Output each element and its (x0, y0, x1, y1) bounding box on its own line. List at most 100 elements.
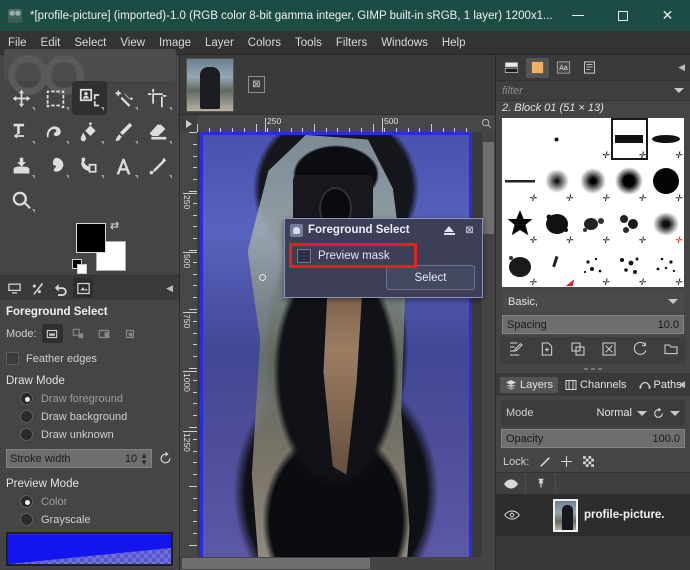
menu-windows[interactable]: Windows (381, 37, 428, 49)
brush-filter-bar[interactable]: filter (496, 80, 690, 101)
new-brush-icon[interactable] (539, 341, 555, 360)
brush-item[interactable]: ✛ (575, 245, 611, 287)
menu-filters[interactable]: Filters (336, 37, 367, 49)
preview-color-gradient[interactable] (6, 532, 173, 567)
horizontal-scroll-thumb[interactable] (182, 558, 370, 569)
mode-replace-button[interactable] (41, 324, 63, 344)
preview-grayscale-radio[interactable] (20, 513, 33, 527)
brush-set-chevron-icon[interactable] (668, 299, 678, 304)
preview-mask-checkbox[interactable] (297, 249, 311, 263)
color-picker-tool[interactable] (141, 149, 175, 183)
draw-background-radio[interactable] (20, 410, 33, 424)
menu-edit[interactable]: Edit (41, 37, 61, 49)
layer-opacity-slider[interactable]: Opacity 100.0 (501, 429, 685, 448)
bucket-fill-tool[interactable] (72, 115, 106, 149)
brush-item[interactable]: ✛ (502, 203, 538, 245)
brush-item[interactable]: ✛ (648, 160, 684, 202)
rectangle-select-tool[interactable] (38, 81, 72, 115)
crop-tool[interactable] (141, 81, 175, 115)
warp-tool[interactable] (38, 115, 72, 149)
eraser-tool[interactable] (141, 115, 175, 149)
brush-item-selected[interactable]: ✛ (611, 118, 648, 161)
zoom-image-icon[interactable] (478, 115, 495, 132)
ruler-origin-button[interactable] (180, 115, 197, 132)
menu-layer[interactable]: Layer (205, 37, 234, 49)
device-status-icon[interactable] (4, 278, 24, 298)
brush-dock-collapse-icon[interactable]: ◀ (678, 62, 685, 73)
draw-foreground-row[interactable]: Draw foreground (20, 392, 173, 406)
layer-mode-extra-chevron-icon[interactable] (670, 410, 680, 416)
brush-item[interactable]: ✛ (648, 118, 684, 160)
brush-item[interactable]: ✛ (611, 245, 647, 287)
minimize-button[interactable] (555, 0, 600, 31)
stroke-width-stepper[interactable]: ▲ ▼ (140, 451, 148, 466)
reset-layer-mode-icon[interactable] (652, 407, 665, 420)
brush-item[interactable]: ✛ (502, 245, 538, 287)
preview-color-row[interactable]: Color (20, 495, 173, 509)
brush-item[interactable]: ✛ (648, 245, 684, 287)
open-brush-icon[interactable] (663, 341, 679, 360)
reset-colors-icon[interactable] (72, 259, 87, 274)
reset-stroke-width-icon[interactable] (158, 451, 173, 466)
undo-history-icon[interactable] (50, 278, 70, 298)
lock-alpha-icon[interactable] (582, 455, 595, 468)
move-tool[interactable] (4, 81, 38, 115)
brush-item[interactable]: ✛ (648, 203, 684, 245)
zoom-tool[interactable] (4, 183, 38, 217)
documents-tab[interactable] (578, 58, 601, 78)
brush-item[interactable]: ✛ (538, 160, 574, 202)
dock-resize-grip[interactable] (496, 364, 690, 373)
lock-position-icon[interactable] (560, 455, 573, 468)
patterns-tab[interactable] (526, 57, 549, 78)
brushes-tab[interactable] (500, 58, 523, 78)
brush-item[interactable]: ✛ (575, 203, 611, 245)
edit-brush-icon[interactable] (508, 341, 524, 360)
lock-pixels-icon[interactable] (538, 455, 551, 468)
brush-grid[interactable]: ✛ ✛ ✛ ✛ ✛ ✛ ✛ ✛ ✛ ✛ ✛ ✛ ✛ ✛ ◢ ✛ ✛ ✛ (502, 118, 684, 287)
menu-colors[interactable]: Colors (248, 37, 281, 49)
table-row[interactable]: profile-picture. (496, 494, 690, 536)
image-canvas[interactable] (200, 132, 472, 557)
fonts-tab[interactable]: Aa (552, 58, 575, 78)
brush-item[interactable]: ✛ (575, 160, 611, 202)
feather-edges-checkbox[interactable] (6, 352, 19, 366)
text-tool[interactable] (107, 149, 141, 183)
collapse-dialog-icon[interactable] (442, 223, 457, 238)
mode-subtract-button[interactable] (94, 324, 115, 343)
close-image-icon[interactable]: ⊠ (248, 76, 265, 93)
fuzzy-select-tool[interactable] (107, 81, 141, 115)
clone-tool[interactable] (4, 149, 38, 183)
mode-intersect-button[interactable] (120, 324, 141, 343)
canvas-vertical-scrollbar[interactable] (482, 132, 495, 557)
spacing-slider[interactable]: Spacing 10.0 (502, 315, 684, 334)
draw-unknown-row[interactable]: Draw unknown (20, 428, 173, 442)
path-tool[interactable] (72, 149, 106, 183)
stroke-width-input[interactable]: Stroke width 10 ▲ ▼ (6, 449, 152, 469)
menu-tools[interactable]: Tools (295, 37, 322, 49)
brush-set-selector[interactable]: Basic, (502, 291, 684, 312)
draw-unknown-radio[interactable] (20, 428, 33, 442)
brush-filter-input[interactable]: filter (502, 85, 674, 97)
menu-select[interactable]: Select (74, 37, 106, 49)
layers-dock-collapse-icon[interactable]: ◀ (678, 379, 685, 390)
brush-item[interactable]: ✛ (611, 160, 647, 202)
feather-edges-row[interactable]: Feather edges (6, 352, 173, 366)
canvas-viewport[interactable]: Foreground Select ⊠ Preview mask Select (197, 132, 495, 557)
brush-item[interactable] (502, 118, 538, 160)
close-dialog-icon[interactable]: ⊠ (462, 223, 477, 238)
brush-item[interactable]: ✛ (611, 203, 647, 245)
layer-list-empty-area[interactable] (496, 536, 690, 570)
layer-mode-row[interactable]: Mode Normal (501, 400, 685, 426)
layer-mode-chevron-icon[interactable] (637, 410, 647, 416)
tab-layers[interactable]: Layers (500, 376, 559, 393)
foreground-color-swatch[interactable] (76, 223, 106, 253)
transform-tool[interactable] (4, 115, 38, 149)
select-button[interactable]: Select (386, 265, 475, 290)
foreground-select-dialog[interactable]: Foreground Select ⊠ Preview mask Select (284, 218, 483, 298)
menu-file[interactable]: File (8, 37, 27, 49)
canvas-horizontal-scrollbar[interactable] (180, 557, 495, 570)
preview-color-radio[interactable] (20, 495, 33, 509)
foreground-select-tool[interactable] (72, 81, 107, 115)
toolbox-collapse-icon[interactable]: ◀ (166, 283, 173, 294)
layer-visibility-icon[interactable] (501, 509, 523, 521)
